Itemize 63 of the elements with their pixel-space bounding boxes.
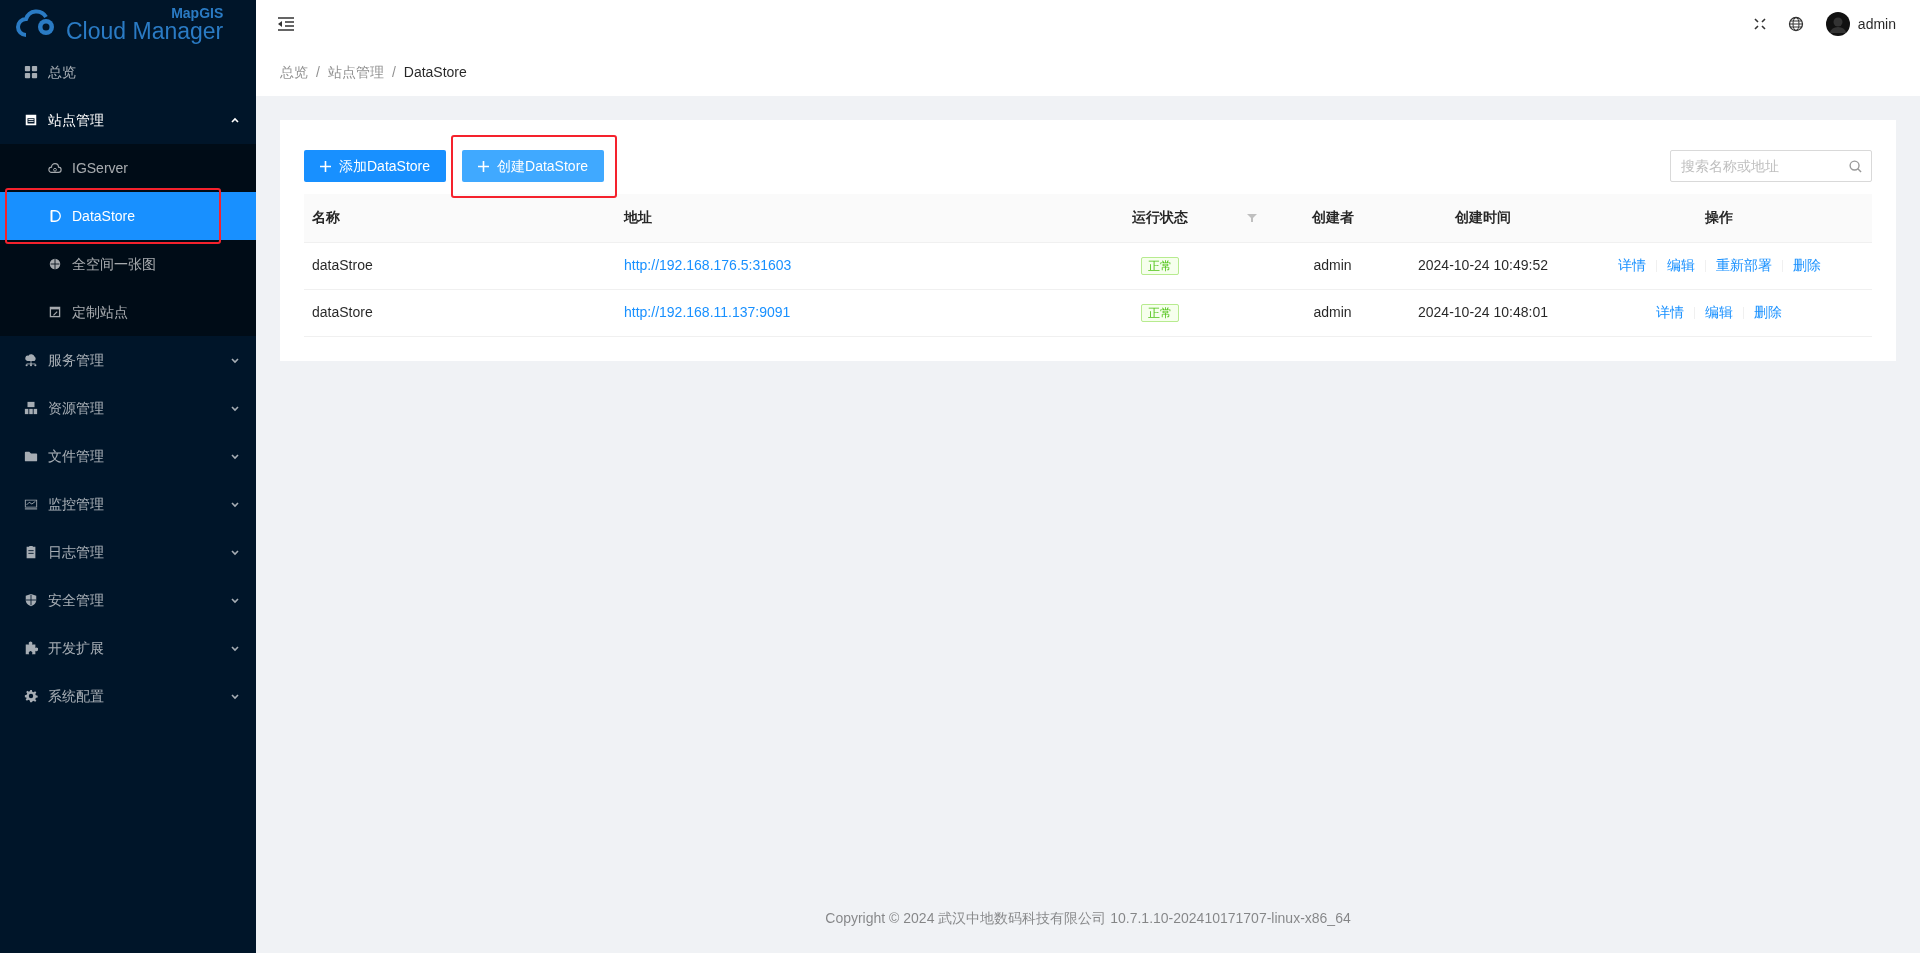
sidebar-menu-item[interactable]: 文件管理 <box>0 432 256 480</box>
chevron-up-icon <box>230 115 240 125</box>
table-cell: dataStore <box>304 289 616 336</box>
sidebar-submenu-item[interactable]: 定制站点 <box>0 288 256 336</box>
column-header: 名称 <box>304 194 616 242</box>
plus-icon <box>478 160 490 172</box>
table-cell: 2024-10-24 10:49:52 <box>1400 242 1566 289</box>
table-cell: dataStroe <box>304 242 616 289</box>
sidebar-menu-item[interactable]: 服务管理 <box>0 336 256 384</box>
status-tag: 正常 <box>1141 257 1179 275</box>
breadcrumb-separator: / <box>316 62 320 82</box>
chevron-down-icon <box>230 451 240 461</box>
table-cell: admin <box>1265 242 1400 289</box>
column-header: 创建者 <box>1265 194 1400 242</box>
column-header: 运行状态 <box>1132 209 1188 226</box>
chevron-down-icon <box>230 403 240 413</box>
status-tag: 正常 <box>1141 304 1179 322</box>
sidebar-menu-item[interactable]: 站点管理 <box>0 96 256 144</box>
table-cell: 2024-10-24 10:48:01 <box>1400 289 1566 336</box>
chevron-down-icon <box>230 643 240 653</box>
chevron-down-icon <box>230 691 240 701</box>
chevron-down-icon <box>230 595 240 605</box>
server-icon <box>24 401 38 415</box>
gear-icon <box>24 689 38 703</box>
plus-icon <box>320 160 331 172</box>
sidebar-menu-item[interactable]: 监控管理 <box>0 480 256 528</box>
column-header: 地址 <box>616 194 1055 242</box>
sidebar-submenu-item[interactable]: IGServer <box>0 144 256 192</box>
chevron-down-icon <box>230 547 240 557</box>
avatar-icon[interactable] <box>1825 12 1850 36</box>
clipboard-icon <box>24 545 38 559</box>
sidebar-menu-item[interactable]: 安全管理 <box>0 576 256 624</box>
search-icon[interactable] <box>1849 160 1862 173</box>
cloud-network-icon <box>24 353 38 367</box>
cloud-icon <box>48 161 62 175</box>
folder-icon <box>24 449 38 463</box>
sidebar-submenu-item[interactable]: 全空间一张图 <box>0 240 256 288</box>
breadcrumb-separator: / <box>391 62 396 82</box>
globe-icon[interactable] <box>1787 16 1804 32</box>
sidebar-menu-item[interactable]: 日志管理 <box>0 528 256 576</box>
copyright-text: Copyright © 2024 武汉中地数码科技有限公司 10.7.1.10-202410171707-linux-x86_64 <box>825 910 1351 926</box>
logo-brand-text: MapGIS <box>170 5 224 20</box>
puzzle-icon <box>24 641 38 655</box>
shield-icon <box>24 593 38 607</box>
user-name[interactable]: admin <box>1857 13 1896 35</box>
globe-icon <box>48 257 62 271</box>
monitor-icon <box>24 497 38 511</box>
column-header: 操作 <box>1566 194 1872 242</box>
grid-icon <box>24 65 38 79</box>
edit-icon <box>48 305 62 319</box>
sidebar-menu-item[interactable]: 总览 <box>0 48 256 96</box>
chevron-down-icon <box>230 499 240 509</box>
panel-icon <box>24 113 38 127</box>
chevron-down-icon <box>230 355 240 365</box>
sidebar-menu-item[interactable]: 系统配置 <box>0 672 256 720</box>
menu-fold-icon[interactable] <box>278 17 294 31</box>
breadcrumb-item: DataStore <box>403 62 467 82</box>
column-header: 创建时间 <box>1400 194 1566 242</box>
sidebar-menu-item[interactable]: 开发扩展 <box>0 624 256 672</box>
table-cell: admin <box>1265 289 1400 336</box>
search-field[interactable]: 搜索名称或地址 <box>1670 150 1872 182</box>
fullscreen-icon[interactable] <box>1753 18 1766 30</box>
sidebar-menu-item[interactable]: 资源管理 <box>0 384 256 432</box>
